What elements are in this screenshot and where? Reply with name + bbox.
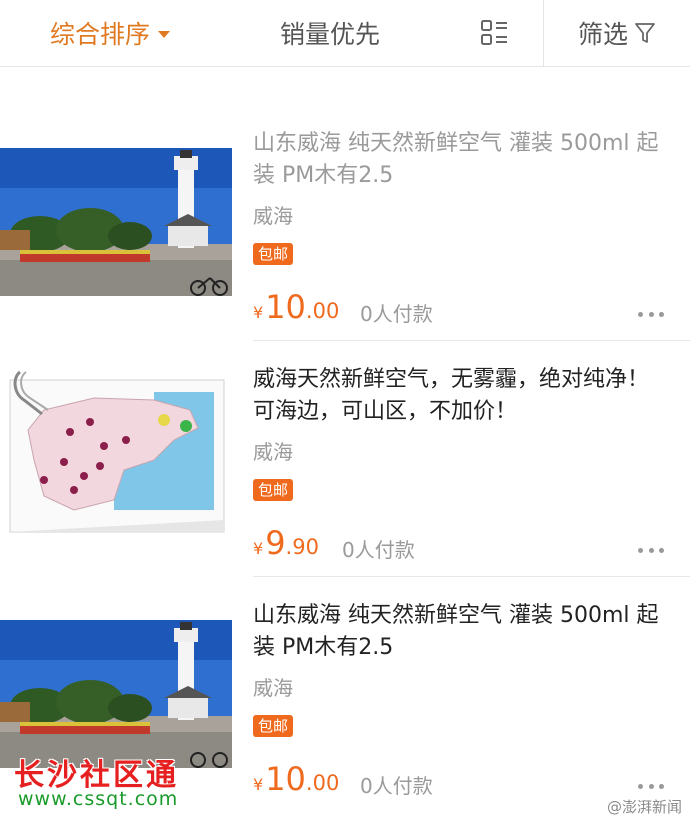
product-price: ¥ 10 .00 [253,760,339,798]
free-shipping-tag: 包邮 [253,715,294,737]
more-options-icon[interactable] [638,548,664,553]
toolbar-divider [543,0,544,66]
price-decimal: .90 [285,535,319,559]
sort-sales-label: 销量优先 [280,20,381,49]
price-currency: ¥ [253,303,264,322]
paid-count: 0人付款 [360,774,433,798]
product-price: ¥ 9 .90 [253,524,319,562]
watermark-site-url: www.cssqt.com [18,788,179,810]
lighthouse-photo[interactable] [0,148,232,296]
price-integer: 9 [265,524,286,562]
watermark-credit: @澎湃新闻 [606,798,682,816]
list-view-icon[interactable] [480,0,510,66]
price-integer: 10 [265,288,306,326]
caret-down-icon [158,30,171,38]
sort-filter-bar: 综合排序 销量优先 筛选 [0,0,690,67]
price-currency: ¥ [253,775,264,794]
paid-count: 0人付款 [342,538,415,562]
free-shipping-tag: 包邮 [253,243,294,265]
filter-label: 筛选 [578,20,629,49]
product-price: ¥ 10 .00 [253,288,339,326]
price-integer: 10 [265,760,306,798]
price-decimal: .00 [305,299,340,323]
price-currency: ¥ [253,539,264,558]
lighthouse-photo[interactable] [0,620,232,768]
more-options-icon[interactable] [638,784,664,789]
shandong-map[interactable] [4,370,230,540]
filter-button[interactable]: 筛选 [578,0,656,66]
more-options-icon[interactable] [638,312,664,317]
sort-comprehensive-tab[interactable]: 综合排序 [50,0,171,66]
product-divider [253,576,690,577]
price-decimal: .00 [305,771,340,795]
paid-count: 0人付款 [360,302,433,326]
product-divider [253,340,690,341]
product-location: 威海 [253,204,293,228]
free-shipping-tag: 包邮 [253,479,294,501]
funnel-icon [635,23,655,43]
product-title[interactable]: 山东威海 纯天然新鲜空气 灌装 500ml 起装 PM木有2.5 [253,600,663,664]
product-title[interactable]: 威海天然新鲜空气，无雾霾，绝对纯净！可海边，可山区，不加价！ [253,364,663,428]
product-location: 威海 [253,440,293,464]
sort-comprehensive-label: 综合排序 [50,20,151,49]
product-title[interactable]: 山东威海 纯天然新鲜空气 灌装 500ml 起装 PM木有2.5 [253,128,663,192]
sort-sales-tab[interactable]: 销量优先 [280,0,380,66]
product-location: 威海 [253,676,293,700]
